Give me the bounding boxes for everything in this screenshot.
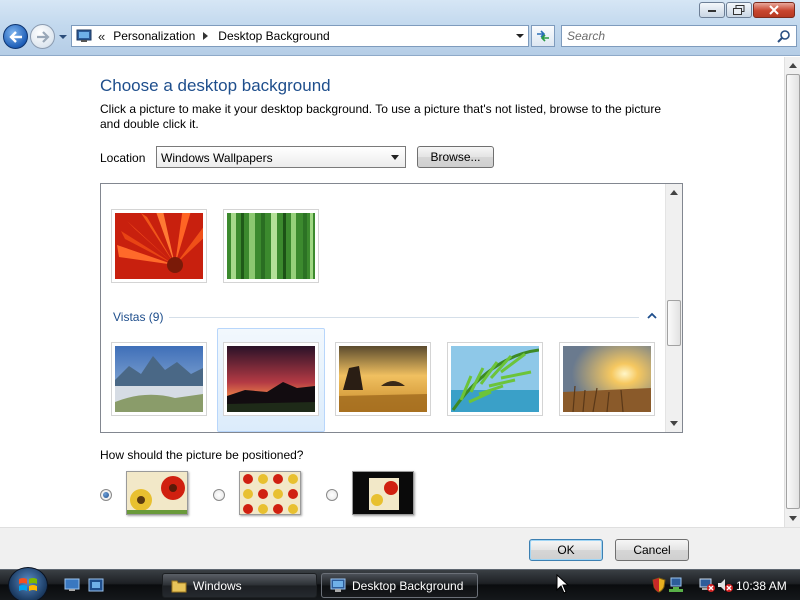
wallpaper-image — [115, 346, 203, 412]
network-disconnected-icon[interactable] — [699, 577, 715, 593]
page-scroll-thumb[interactable] — [786, 74, 800, 509]
dropdown-arrow-icon[interactable] — [387, 149, 403, 165]
search-box[interactable] — [561, 25, 797, 47]
cancel-button[interactable]: Cancel — [615, 539, 689, 561]
center-preview-icon[interactable] — [352, 471, 414, 515]
search-input[interactable] — [562, 26, 772, 46]
radio-fit[interactable] — [100, 489, 112, 501]
taskbar-item-label: Desktop Background — [352, 578, 464, 593]
wallpaper-gallery: Vistas (9) — [100, 183, 683, 433]
group-divider — [169, 317, 639, 318]
gallery-scroll-thumb[interactable] — [667, 300, 681, 346]
gallery-scrollbar[interactable] — [665, 184, 682, 432]
location-label: Location — [100, 151, 146, 165]
scroll-down-icon[interactable] — [666, 415, 682, 431]
breadcrumb-personalization[interactable]: Personalization — [113, 29, 195, 43]
wallpaper-thumb-palm-leaf[interactable] — [447, 342, 543, 416]
wallpaper-thumb-sunset-field[interactable] — [559, 342, 655, 416]
wallpaper-thumb-red-flower[interactable] — [111, 207, 209, 283]
wallpaper-image — [115, 207, 209, 279]
minimize-button[interactable] — [699, 2, 725, 18]
position-question: How should the picture be positioned? — [100, 448, 304, 462]
window-controls — [699, 2, 795, 18]
forward-button[interactable] — [30, 24, 55, 49]
page-scrollbar[interactable] — [784, 57, 800, 527]
ok-button[interactable]: OK — [529, 539, 603, 561]
browse-button[interactable]: Browse... — [417, 146, 494, 168]
breadcrumb-separator-icon[interactable] — [203, 32, 209, 40]
maximize-button[interactable] — [726, 2, 752, 18]
restore-icon — [733, 5, 745, 15]
location-value: Windows Wallpapers — [161, 151, 273, 165]
security-shield-icon[interactable] — [652, 577, 666, 593]
refresh-button[interactable] — [531, 25, 555, 47]
search-icon[interactable] — [777, 29, 791, 43]
refresh-icon — [537, 30, 549, 42]
taskbar-item-label: Windows — [193, 578, 242, 593]
show-desktop-icon[interactable] — [64, 578, 80, 592]
address-bar[interactable]: « Personalization Desktop Background — [71, 25, 529, 47]
fit-preview-icon[interactable] — [126, 471, 188, 515]
tile-preview-icon[interactable] — [239, 471, 301, 515]
folder-icon — [171, 580, 187, 593]
wallpaper-thumb-mountain-river[interactable] — [111, 342, 207, 416]
collapse-group-icon[interactable] — [647, 312, 657, 320]
system-tray: 10:38 AM — [645, 572, 800, 599]
wallpaper-image — [227, 213, 315, 279]
start-button[interactable] — [8, 567, 48, 600]
back-arrow-icon — [8, 30, 22, 43]
windows-logo-icon — [19, 578, 37, 591]
scroll-up-icon[interactable] — [666, 184, 682, 200]
location-dropdown[interactable]: Windows Wallpapers — [156, 146, 406, 168]
wallpaper-image — [227, 346, 315, 412]
volume-muted-icon[interactable] — [717, 577, 733, 593]
control-panel-icon — [76, 29, 92, 42]
close-button[interactable] — [753, 2, 795, 18]
minimize-icon — [708, 10, 716, 12]
wallpaper-thumb-bamboo[interactable] — [223, 209, 319, 283]
page-title: Choose a desktop background — [100, 76, 331, 95]
title-bar: « Personalization Desktop Background — [0, 0, 800, 56]
breadcrumb-overflow-icon[interactable]: « — [98, 29, 105, 44]
wallpaper-thumb-dusk-silhouette[interactable] — [223, 342, 319, 416]
dialog-button-bar: OK Cancel — [0, 527, 800, 569]
mouse-cursor-icon — [556, 574, 570, 594]
wallpaper-thumb-golden-rocks[interactable] — [335, 342, 431, 416]
address-dropdown-icon[interactable] — [516, 34, 524, 38]
close-icon — [769, 5, 779, 15]
group-title-vistas[interactable]: Vistas (9) — [113, 310, 163, 324]
taskbar: Windows Desktop Background 10:38 AM — [0, 567, 800, 600]
monitor-icon — [330, 578, 346, 592]
forward-arrow-icon — [36, 30, 50, 43]
wallpaper-image — [339, 346, 427, 412]
radio-center[interactable] — [326, 489, 338, 501]
radio-tile[interactable] — [213, 489, 225, 501]
network-icon[interactable] — [669, 577, 683, 593]
back-button[interactable] — [3, 24, 28, 49]
wallpaper-image — [563, 346, 651, 413]
page-scroll-down-icon[interactable] — [785, 510, 800, 526]
wallpaper-image — [451, 346, 540, 412]
clock[interactable]: 10:38 AM — [736, 579, 787, 593]
breadcrumb-desktop-background[interactable]: Desktop Background — [218, 29, 329, 43]
recent-pages-dropdown-icon[interactable] — [58, 33, 68, 41]
page-scroll-up-icon[interactable] — [785, 57, 800, 73]
main-content: Choose a desktop background Click a pict… — [0, 57, 784, 527]
switch-windows-icon[interactable] — [88, 578, 104, 592]
taskbar-item-windows[interactable]: Windows — [162, 573, 317, 598]
taskbar-item-desktop-background[interactable]: Desktop Background — [321, 573, 478, 598]
page-description: Click a picture to make it your desktop … — [100, 102, 662, 131]
